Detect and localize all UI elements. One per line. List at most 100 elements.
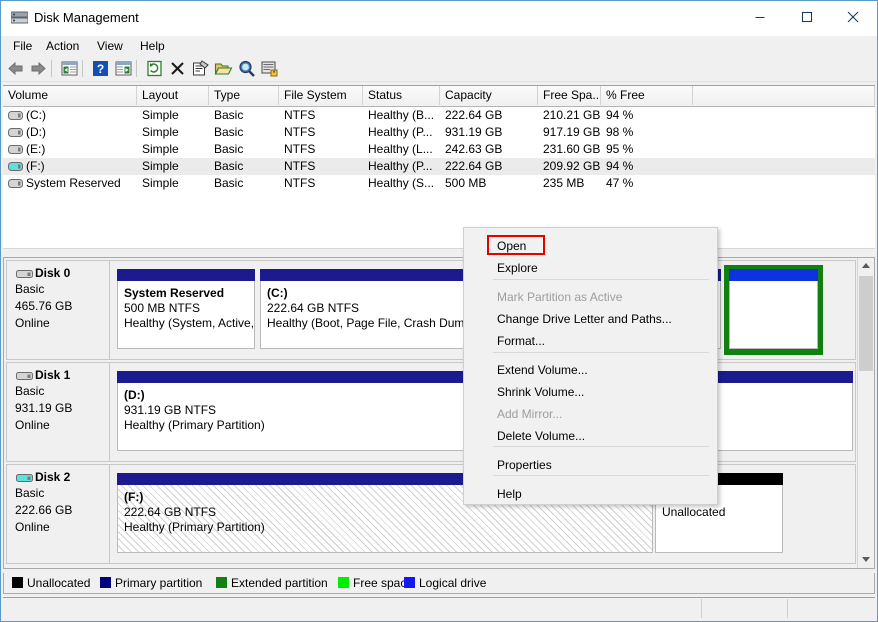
partition-capacity-bar [729, 269, 818, 281]
partition-size: 500 MB NTFS [124, 301, 254, 316]
help-icon[interactable]: ? [91, 59, 110, 78]
partition-title: System Reserved [124, 286, 254, 301]
status-pane-1 [701, 599, 788, 618]
table-row[interactable]: System ReservedSimpleBasicNTFSHealthy (S… [3, 175, 875, 192]
disk-info-2[interactable]: Disk 2Basic222.66 GBOnline [7, 465, 110, 563]
show-hide-pane-icon[interactable] [114, 59, 133, 78]
cell-free: 917.19 GB [538, 124, 601, 141]
cell-pct: 47 % [601, 175, 693, 192]
partition-SystemReserved[interactable]: System Reserved500 MB NTFSHealthy (Syste… [117, 269, 255, 349]
table-row[interactable]: (F:)SimpleBasicNTFSHealthy (P...222.64 G… [3, 158, 875, 175]
menu-item-delete-volume[interactable]: Delete Volume... [465, 425, 718, 447]
column-header-layout[interactable]: Layout [137, 86, 209, 105]
legend-label: Logical drive [419, 576, 486, 590]
partition-capacity-bar [117, 269, 255, 281]
menu-item-change-drive-letter-and-paths[interactable]: Change Drive Letter and Paths... [465, 308, 718, 330]
scroll-down-arrow-icon[interactable] [858, 551, 874, 568]
forward-arrow-icon[interactable] [29, 59, 48, 78]
disk-name: Disk 2 [35, 471, 109, 484]
open-folder-icon[interactable] [214, 59, 233, 78]
menu-help[interactable]: Help [134, 38, 171, 54]
cell-volume: (C:) [21, 107, 137, 124]
context-menu-separator-0 [493, 279, 709, 280]
disk-size: 465.76 GB [15, 298, 109, 314]
column-header-capacity[interactable]: Capacity [440, 86, 538, 105]
legend-item-extended-partition: Extended partition [216, 576, 328, 590]
minimize-button[interactable] [737, 1, 783, 33]
disk-kind: Basic [15, 485, 109, 501]
column-header-volume[interactable]: Volume [3, 86, 137, 105]
menu-item-open[interactable]: Open [465, 235, 718, 257]
menu-item-extend-volume[interactable]: Extend Volume... [465, 359, 718, 381]
disk-management-window: Disk Management FileActionViewHelp ?* Vo… [0, 0, 878, 622]
scrollbar-thumb[interactable] [859, 276, 873, 371]
cell-pct: 95 % [601, 141, 693, 158]
table-row[interactable]: (E:)SimpleBasicNTFSHealthy (L...242.63 G… [3, 141, 875, 158]
cell-type: Basic [209, 124, 279, 141]
cell-pct: 98 % [601, 124, 693, 141]
search-icon[interactable] [237, 59, 256, 78]
disk-state: Online [15, 417, 109, 433]
cell-pct: 94 % [601, 158, 693, 175]
table-row[interactable]: (C:)SimpleBasicNTFSHealthy (B...222.64 G… [3, 107, 875, 124]
cell-volume: (F:) [21, 158, 137, 175]
cell-status: Healthy (S... [363, 175, 440, 192]
properties-icon[interactable] [191, 59, 210, 78]
graphical-pane-scrollbar[interactable] [857, 258, 874, 568]
cell-layout: Simple [137, 141, 209, 158]
disk-state: Online [15, 519, 109, 535]
maximize-button[interactable] [784, 1, 830, 33]
cell-type: Basic [209, 141, 279, 158]
menu-item-help[interactable]: Help [465, 483, 718, 505]
cell-capacity: 222.64 GB [440, 158, 538, 175]
partition-size: 222.64 GB NTFS [124, 505, 652, 520]
toolbar: ?* [1, 56, 877, 82]
title-bar: Disk Management [1, 1, 877, 37]
partition-unallocated[interactable] [729, 269, 818, 349]
column-header-free[interactable]: % Free [601, 86, 693, 105]
cell-type: Basic [209, 107, 279, 124]
refresh-icon[interactable] [145, 59, 164, 78]
legend-label: Extended partition [231, 576, 328, 590]
volume-context-menu[interactable]: OpenExploreMark Partition as ActiveChang… [463, 227, 718, 505]
close-button[interactable] [830, 1, 876, 33]
cell-capacity: 500 MB [440, 175, 538, 192]
legend-swatch [216, 577, 227, 588]
cell-volume: System Reserved [21, 175, 137, 192]
disk-row-1[interactable]: Disk 1Basic931.19 GBOnline(D:)931.19 GB … [6, 362, 856, 462]
legend-swatch [338, 577, 349, 588]
menu-item-format[interactable]: Format... [465, 330, 718, 352]
table-row[interactable]: (D:)SimpleBasicNTFSHealthy (P...931.19 G… [3, 124, 875, 141]
partition-body[interactable] [729, 281, 818, 349]
scroll-up-arrow-icon[interactable] [858, 258, 874, 275]
delete-icon[interactable] [168, 59, 187, 78]
menu-item-properties[interactable]: Properties [465, 454, 718, 476]
disk-row-2[interactable]: Disk 2Basic222.66 GBOnline(F:)222.64 GB … [6, 464, 856, 564]
menu-file[interactable]: File [7, 38, 38, 54]
column-header-freespa[interactable]: Free Spa... [538, 86, 601, 105]
disk-row-0[interactable]: Disk 0Basic465.76 GBOnlineSystem Reserve… [6, 260, 856, 360]
column-header-status[interactable]: Status [363, 86, 440, 105]
volume-list-pane: VolumeLayoutTypeFile SystemStatusCapacit… [3, 85, 875, 248]
rescan-disks-icon[interactable]: * [260, 59, 279, 78]
cell-free: 235 MB [538, 175, 601, 192]
column-header-type[interactable]: Type [209, 86, 279, 105]
menu-action[interactable]: Action [40, 38, 85, 54]
menu-item-explore[interactable]: Explore [465, 257, 718, 279]
up-one-level-icon[interactable] [60, 59, 79, 78]
back-arrow-icon[interactable] [6, 59, 25, 78]
context-menu-separator-2 [493, 446, 709, 447]
cell-volume: (D:) [21, 124, 137, 141]
legend-swatch [404, 577, 415, 588]
legend-item-free-space: Free space [338, 576, 413, 590]
partition-body[interactable]: System Reserved500 MB NTFSHealthy (Syste… [117, 281, 255, 349]
status-pane-2 [787, 599, 874, 618]
menu-item-shrink-volume[interactable]: Shrink Volume... [465, 381, 718, 403]
menu-view[interactable]: View [91, 38, 129, 54]
cell-free: 210.21 GB [538, 107, 601, 124]
disk-info-0[interactable]: Disk 0Basic465.76 GBOnline [7, 261, 110, 359]
column-header-filesystem[interactable]: File System [279, 86, 363, 105]
disk-info-1[interactable]: Disk 1Basic931.19 GBOnline [7, 363, 110, 461]
toolbar-separator-1 [82, 60, 83, 77]
cell-free: 209.92 GB [538, 158, 601, 175]
